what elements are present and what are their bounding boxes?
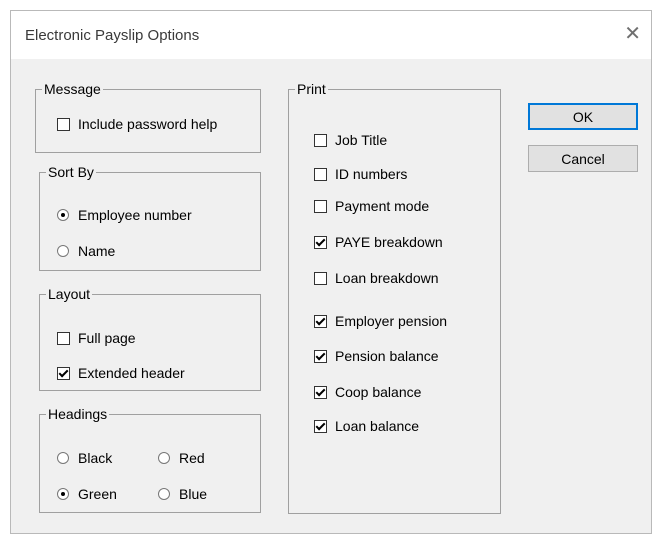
checkbox-box[interactable]	[314, 419, 327, 433]
sort-name-radio[interactable]: Name	[57, 242, 115, 260]
radio-circle[interactable]	[158, 452, 170, 464]
print-loan-balance-checkbox[interactable]: Loan balance	[314, 417, 419, 435]
checkbox-box[interactable]	[57, 366, 70, 380]
checkbox-label: Full page	[78, 330, 136, 346]
checkbox-label: Loan balance	[335, 418, 420, 434]
print-employer-pension-checkbox[interactable]: Employer pension	[314, 312, 447, 330]
checkbox-box[interactable]	[314, 385, 327, 399]
layout-legend: Layout	[48, 286, 91, 302]
checkbox-box[interactable]	[57, 117, 70, 131]
checkbox-label: Job Title	[335, 132, 388, 148]
print-payment-mode-checkbox[interactable]: Payment mode	[314, 197, 429, 215]
print-job-title-checkbox[interactable]: Job Title	[314, 131, 387, 149]
include-password-help-checkbox[interactable]: Include password help	[57, 115, 217, 133]
checkbox-box[interactable]	[314, 271, 327, 285]
print-legend: Print	[297, 81, 326, 97]
radio-label: Red	[179, 450, 205, 466]
radio-circle[interactable]	[57, 452, 69, 464]
extended-header-checkbox[interactable]: Extended header	[57, 364, 185, 382]
checkbox-label: Extended header	[78, 365, 185, 381]
radio-circle[interactable]	[57, 488, 69, 500]
message-legend: Message	[44, 81, 101, 97]
radio-label: Green	[78, 486, 117, 502]
checkbox-box[interactable]	[314, 314, 327, 328]
window-title: Electronic Payslip Options	[25, 27, 200, 44]
heading-green-radio[interactable]: Green	[57, 485, 117, 503]
checkbox-box[interactable]	[57, 331, 70, 345]
checkbox-label: Employer pension	[335, 313, 448, 329]
heading-blue-radio[interactable]: Blue	[158, 485, 207, 503]
heading-red-radio[interactable]: Red	[158, 449, 205, 467]
sort-by-group: Sort By Employee number Name	[39, 165, 261, 271]
sort-by-legend: Sort By	[48, 164, 94, 180]
checkbox-label: Loan breakdown	[335, 270, 439, 286]
checkbox-label: ID numbers	[335, 166, 408, 182]
cancel-button[interactable]: Cancel	[528, 145, 638, 172]
headings-legend: Headings	[48, 406, 108, 422]
heading-black-radio[interactable]: Black	[57, 449, 112, 467]
print-loan-breakdown-checkbox[interactable]: Loan breakdown	[314, 269, 439, 287]
checkbox-box[interactable]	[314, 167, 327, 181]
checkbox-label: Include password help	[78, 116, 218, 132]
ok-button[interactable]: OK	[528, 103, 638, 130]
checkbox-label: Pension balance	[335, 348, 439, 364]
print-pension-balance-checkbox[interactable]: Pension balance	[314, 347, 439, 365]
checkbox-box[interactable]	[314, 133, 327, 147]
print-group: Print Job Title ID numbers Payment mode …	[288, 82, 501, 514]
radio-label: Employee number	[78, 207, 192, 223]
message-group: Message Include password help	[35, 82, 261, 153]
checkbox-label: PAYE breakdown	[335, 234, 443, 250]
full-page-checkbox[interactable]: Full page	[57, 329, 136, 347]
checkbox-box[interactable]	[314, 199, 327, 213]
checkbox-label: Coop balance	[335, 384, 422, 400]
title-bar: Electronic Payslip Options ✕	[11, 11, 651, 59]
print-paye-breakdown-checkbox[interactable]: PAYE breakdown	[314, 233, 443, 251]
layout-group: Layout Full page Extended header	[39, 287, 261, 391]
print-coop-balance-checkbox[interactable]: Coop balance	[314, 383, 421, 401]
sort-employee-number-radio[interactable]: Employee number	[57, 206, 192, 224]
radio-circle[interactable]	[57, 245, 69, 257]
headings-group: Headings Black Red Green Blue	[39, 407, 261, 513]
checkbox-box[interactable]	[314, 349, 327, 363]
radio-label: Black	[78, 450, 113, 466]
checkbox-label: Payment mode	[335, 198, 430, 214]
radio-label: Blue	[179, 486, 208, 502]
radio-circle[interactable]	[57, 209, 69, 221]
close-icon[interactable]: ✕	[624, 24, 641, 44]
radio-circle[interactable]	[158, 488, 170, 500]
print-id-numbers-checkbox[interactable]: ID numbers	[314, 165, 407, 183]
radio-label: Name	[78, 243, 116, 259]
dialog-window: Electronic Payslip Options ✕ Message Inc…	[10, 10, 652, 534]
checkbox-box[interactable]	[314, 235, 327, 249]
